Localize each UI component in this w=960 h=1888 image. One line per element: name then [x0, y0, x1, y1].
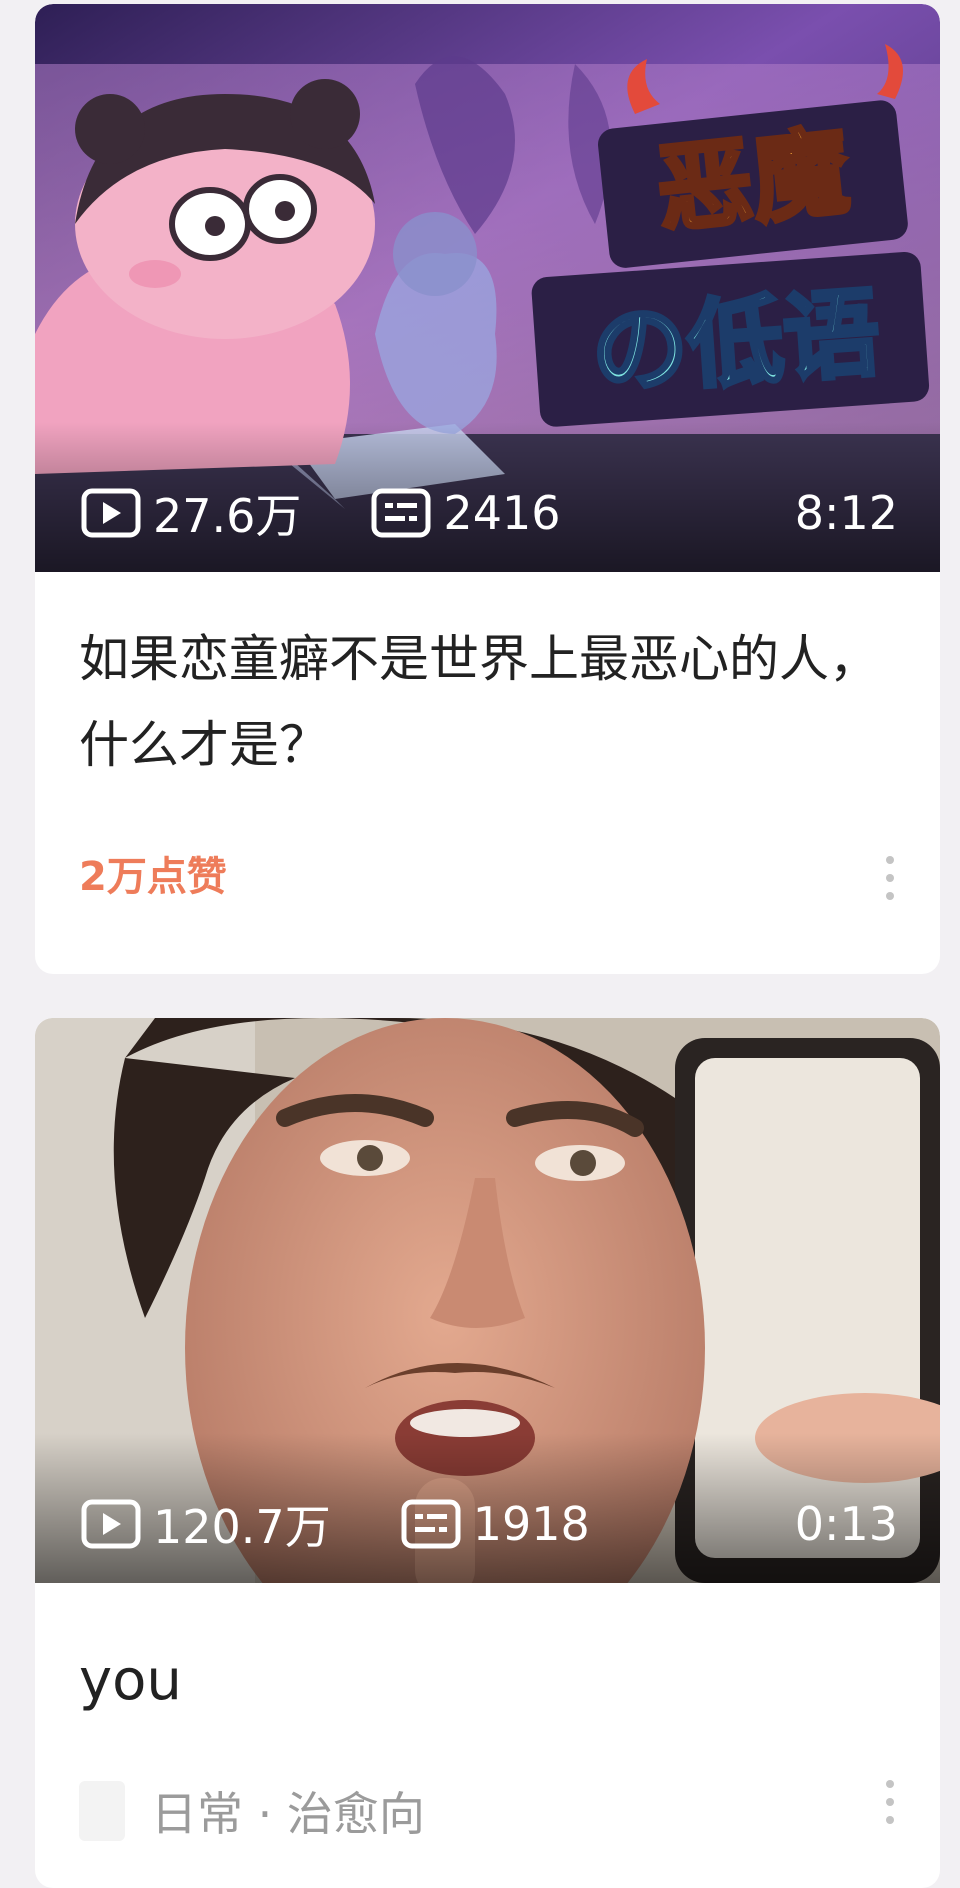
tag-icon [79, 1781, 125, 1841]
play-icon [81, 488, 141, 538]
danmaku-count: 1918 [401, 1497, 590, 1551]
more-icon[interactable] [884, 856, 896, 900]
video-card[interactable]: 120.7万 1918 0:13 you 日常 · 治愈向 [35, 1018, 940, 1888]
video-stats: 27.6万 2416 8:12 [81, 486, 898, 543]
video-duration: 8:12 [794, 486, 898, 540]
video-duration: 0:13 [794, 1497, 898, 1551]
video-thumbnail[interactable]: 恶魔 の低语 27.6万 2416 8:12 [35, 4, 940, 572]
play-icon [81, 1499, 141, 1549]
like-count-badge: 2万点赞 [79, 854, 227, 900]
more-icon[interactable] [884, 1780, 896, 1824]
view-count: 120.7万 [81, 1491, 331, 1557]
video-stats: 120.7万 1918 0:13 [81, 1497, 898, 1554]
video-title[interactable]: you [79, 1638, 900, 1724]
video-tag[interactable]: 日常 · 治愈向 [151, 1778, 425, 1844]
cover-title-line1: 恶魔 [651, 115, 854, 246]
danmaku-icon [371, 488, 431, 538]
video-title[interactable]: 如果恋童癖不是世界上最恶心的人，什么才是？ [79, 616, 900, 788]
video-thumbnail[interactable]: 120.7万 1918 0:13 [35, 1018, 940, 1583]
cover-title-line2: の低语 [588, 277, 883, 409]
danmaku-icon [401, 1499, 461, 1549]
danmaku-count: 2416 [371, 486, 561, 540]
video-meta: 日常 · 治愈向 [79, 1778, 425, 1844]
view-count: 27.6万 [81, 480, 301, 546]
video-card[interactable]: 恶魔 の低语 27.6万 2416 8:12 如果恋童癖不是世界上最恶心的人，什… [35, 4, 940, 974]
video-meta: 2万点赞 [79, 844, 227, 902]
